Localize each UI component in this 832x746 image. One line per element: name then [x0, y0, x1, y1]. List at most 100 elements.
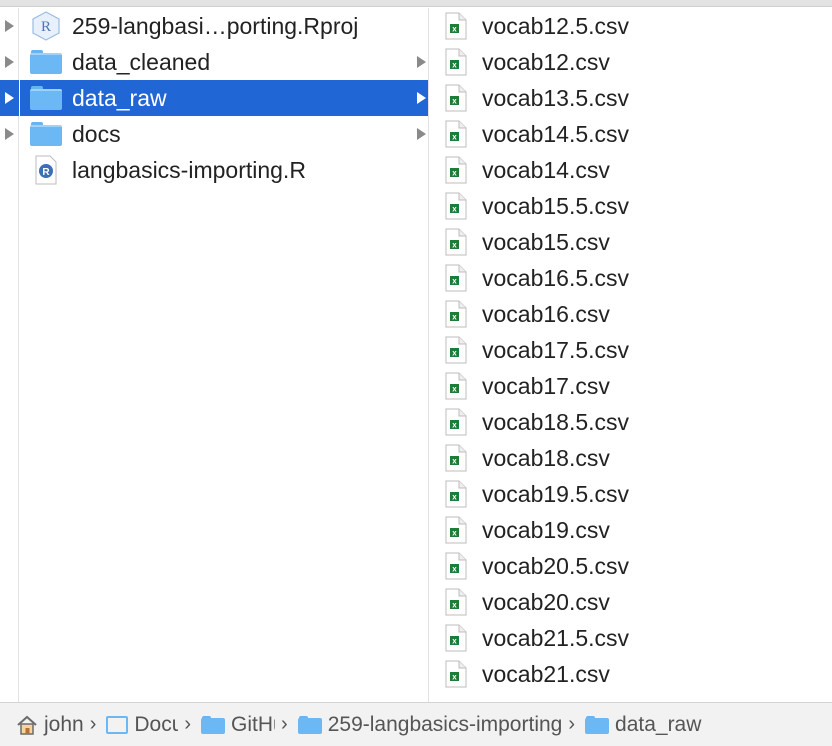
- file-name: vocab20.5.csv: [482, 552, 630, 579]
- file-list-item[interactable]: x vocab20.csv: [430, 584, 832, 620]
- file-list-item[interactable]: x vocab21.csv: [430, 656, 832, 692]
- file-name: vocab17.csv: [482, 372, 610, 399]
- svg-text:x: x: [452, 385, 457, 394]
- path-crumb-github[interactable]: GitHub: [201, 713, 275, 737]
- data-raw-column: x vocab12.5.csv x vocab12.csv x vocab13.5.csv…: [430, 8, 832, 702]
- file-name: vocab16.csv: [482, 300, 610, 327]
- file-name: vocab21.csv: [482, 660, 610, 687]
- svg-text:x: x: [452, 673, 457, 682]
- project-folder-column: R 259-langbasi…porting.Rproj data_cleanedd…: [20, 8, 429, 702]
- csv-file-icon: x: [430, 116, 482, 152]
- list-item-label: data_raw: [72, 84, 167, 111]
- csv-file-icon: x: [430, 584, 482, 620]
- list-item[interactable]: Rlangbasics-importing.R: [20, 152, 428, 188]
- svg-text:x: x: [452, 25, 457, 34]
- disclosure-triangle-icon[interactable]: [5, 56, 14, 68]
- list-item-label: 259-langbasi…porting.Rproj: [72, 12, 359, 39]
- file-list-item[interactable]: x vocab14.5.csv: [430, 116, 832, 152]
- csv-file-icon: x: [430, 476, 482, 512]
- csv-file-icon: x: [430, 8, 482, 44]
- file-list-item[interactable]: x vocab17.5.csv: [430, 332, 832, 368]
- svg-text:x: x: [452, 601, 457, 610]
- folder-icon: [20, 44, 72, 80]
- file-list-item[interactable]: x vocab18.5.csv: [430, 404, 832, 440]
- csv-file-icon: x: [430, 440, 482, 476]
- list-item-label: data_cleaned: [72, 48, 211, 75]
- file-list-item[interactable]: x vocab15.5.csv: [430, 188, 832, 224]
- home-icon: [16, 715, 38, 735]
- file-name: vocab19.csv: [482, 516, 610, 543]
- svg-text:x: x: [452, 457, 457, 466]
- csv-file-icon: x: [430, 224, 482, 260]
- folder-icon: [201, 715, 226, 734]
- csv-file-icon: x: [430, 152, 482, 188]
- file-name: vocab20.csv: [482, 588, 610, 615]
- file-list-item[interactable]: x vocab12.5.csv: [430, 8, 832, 44]
- file-name: vocab17.5.csv: [482, 336, 630, 363]
- svg-text:x: x: [452, 61, 457, 70]
- disclosure-triangle-icon[interactable]: [5, 128, 14, 140]
- list-item[interactable]: R 259-langbasi…porting.Rproj: [20, 8, 428, 44]
- disclosure-arrow-slot: [0, 116, 19, 152]
- disclosure-triangle-icon[interactable]: [5, 92, 14, 104]
- svg-text:x: x: [452, 349, 457, 358]
- file-list-item[interactable]: x vocab19.5.csv: [430, 476, 832, 512]
- csv-file-icon: x: [430, 44, 482, 80]
- expand-arrow-icon: [417, 128, 426, 140]
- list-item[interactable]: data_cleaned: [20, 44, 428, 80]
- file-list-item[interactable]: x vocab16.csv: [430, 296, 832, 332]
- file-list-item[interactable]: x vocab18.csv: [430, 440, 832, 476]
- file-list-item[interactable]: x vocab19.csv: [430, 512, 832, 548]
- svg-text:x: x: [452, 313, 457, 322]
- folder-icon: [297, 715, 322, 734]
- disclosure-arrow-slot: [0, 80, 19, 116]
- disclosure-triangle-icon[interactable]: [5, 20, 14, 32]
- svg-text:x: x: [452, 529, 457, 538]
- folder-icon: [20, 80, 72, 116]
- file-list-item[interactable]: x vocab14.csv: [430, 152, 832, 188]
- list-item-label: docs: [72, 120, 121, 147]
- list-item-label: langbasics-importing.R: [72, 156, 306, 183]
- path-crumb-documents[interactable]: Documents: [106, 713, 178, 737]
- path-crumb-label: data_raw: [615, 712, 702, 736]
- file-list-item[interactable]: x vocab12.csv: [430, 44, 832, 80]
- svg-text:x: x: [452, 133, 457, 142]
- svg-text:x: x: [452, 169, 457, 178]
- file-list-item[interactable]: x vocab13.5.csv: [430, 80, 832, 116]
- path-crumb-home[interactable]: john: [16, 713, 84, 737]
- path-bar: john › Documents › GitHub › 259-langbasi…: [0, 702, 832, 746]
- disclosure-arrow-slot: [0, 152, 19, 188]
- csv-file-icon: x: [430, 296, 482, 332]
- file-list-item[interactable]: x vocab16.5.csv: [430, 260, 832, 296]
- svg-text:R: R: [41, 19, 51, 35]
- file-list-item[interactable]: x vocab20.5.csv: [430, 548, 832, 584]
- list-item[interactable]: data_raw: [20, 80, 428, 116]
- path-crumb-data-raw[interactable]: data_raw: [585, 713, 701, 737]
- file-name: vocab15.5.csv: [482, 192, 630, 219]
- csv-file-icon: x: [430, 404, 482, 440]
- parent-column-edge: [0, 8, 19, 702]
- list-item[interactable]: docs: [20, 116, 428, 152]
- csv-file-icon: x: [430, 260, 482, 296]
- csv-file-icon: x: [430, 332, 482, 368]
- file-name: vocab12.csv: [482, 48, 610, 75]
- expand-arrow-icon: [417, 92, 426, 104]
- path-separator: ›: [184, 713, 192, 735]
- r-script-icon: R: [20, 152, 72, 188]
- svg-text:x: x: [452, 493, 457, 502]
- svg-text:x: x: [452, 241, 457, 250]
- csv-file-icon: x: [430, 656, 482, 692]
- rproj-icon: R: [20, 8, 72, 44]
- file-list-item[interactable]: x vocab17.csv: [430, 368, 832, 404]
- file-name: vocab21.5.csv: [482, 624, 630, 651]
- path-crumb-project[interactable]: 259-langbasics-importing: [297, 713, 562, 737]
- disclosure-arrow-slot: [0, 44, 19, 80]
- file-name: vocab14.5.csv: [482, 120, 630, 147]
- file-list-item[interactable]: x vocab15.csv: [430, 224, 832, 260]
- svg-text:x: x: [452, 277, 457, 286]
- file-list-item[interactable]: x vocab21.5.csv: [430, 620, 832, 656]
- folder-icon: [585, 715, 610, 734]
- path-crumb-label: john: [44, 712, 84, 736]
- svg-text:x: x: [452, 565, 457, 574]
- csv-file-icon: x: [430, 80, 482, 116]
